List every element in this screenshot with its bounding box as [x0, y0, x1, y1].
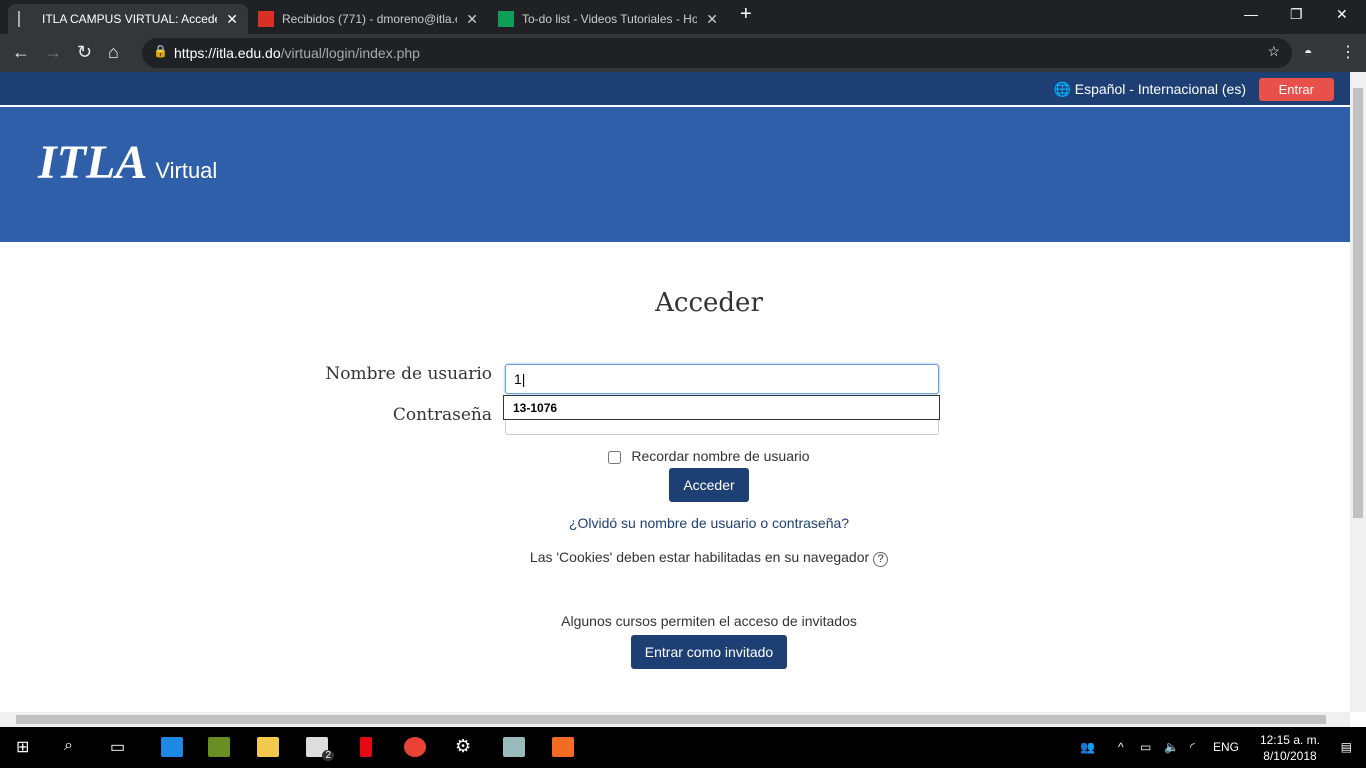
autocomplete-suggestion[interactable]: 13-1076: [503, 395, 940, 420]
chrome-icon[interactable]: [404, 737, 426, 757]
username-input[interactable]: 1|: [505, 364, 939, 394]
chevron-up-icon[interactable]: ^: [1118, 740, 1124, 754]
people-icon[interactable]: 👥: [1080, 740, 1095, 754]
forgot-link[interactable]: ¿Olvidó su nombre de usuario o contraseñ…: [0, 515, 1366, 531]
site-header: ITLA Virtual: [0, 107, 1350, 242]
edge-icon[interactable]: [161, 737, 183, 757]
guest-button[interactable]: Entrar como invitado: [630, 635, 788, 669]
login-panel: Acceder Nombre de usuario 1| Contraseña …: [0, 242, 1350, 712]
file-explorer-icon[interactable]: [257, 737, 279, 757]
app-icon-orange[interactable]: [552, 737, 574, 757]
new-tab-button[interactable]: +: [740, 3, 752, 26]
windows-taskbar: ⊞ ⌕ ▭ 2 ⚙ 👥 ^ ▭ 🔈 ◜ ENG 12:15 a. m. 8/10/…: [0, 727, 1366, 768]
notifications-icon[interactable]: ▤: [1341, 740, 1352, 754]
minimize-button[interactable]: —: [1244, 6, 1258, 22]
clock[interactable]: 12:15 a. m. 8/10/2018: [1260, 732, 1320, 764]
mail-icon[interactable]: 2: [306, 737, 334, 761]
close-window-button[interactable]: ✕: [1336, 6, 1348, 23]
settings-icon[interactable]: ⚙: [455, 736, 471, 757]
tab-gmail[interactable]: Recibidos (771) - dmoreno@itla.edu.do ✕: [248, 4, 488, 34]
tab-sheets[interactable]: To-do list - Videos Tutoriales - Hoja ✕: [488, 4, 728, 34]
restore-button[interactable]: ❐: [1290, 6, 1303, 23]
incognito-icon[interactable]: ◓: [1304, 44, 1312, 60]
sheets-icon: [498, 11, 514, 27]
site-top-nav: 🌐 Español - Internacional (es) Entrar: [0, 72, 1350, 106]
entrar-button[interactable]: Entrar: [1258, 78, 1334, 101]
forward-icon[interactable]: →: [44, 42, 62, 63]
vertical-scrollbar[interactable]: [1350, 72, 1366, 712]
volume-icon[interactable]: 🔈: [1164, 740, 1179, 754]
tab-itla[interactable]: ITLA CAMPUS VIRTUAL: Acceder ✕: [8, 4, 248, 34]
close-tab-icon[interactable]: ✕: [226, 11, 238, 28]
url-input[interactable]: 🔒 https://itla.edu.do/virtual/login/inde…: [142, 38, 1292, 68]
browser-tab-bar: ITLA CAMPUS VIRTUAL: Acceder ✕ Recibidos…: [0, 0, 1366, 34]
itla-favicon-icon: [18, 11, 34, 27]
reload-icon[interactable]: ↻: [77, 42, 92, 63]
page-title: Acceder: [655, 288, 763, 318]
task-view-icon[interactable]: ▭: [110, 737, 125, 757]
guest-note: Algunos cursos permiten el acceso de inv…: [561, 613, 857, 629]
horizontal-scrollbar[interactable]: [0, 712, 1350, 727]
username-label: Nombre de usuario: [325, 364, 492, 384]
help-icon[interactable]: ?: [873, 552, 889, 567]
netflix-icon[interactable]: [360, 737, 372, 757]
language-indicator[interactable]: ENG: [1213, 740, 1239, 754]
notepad-icon[interactable]: [208, 737, 230, 757]
lock-icon: 🔒: [153, 44, 168, 58]
home-icon[interactable]: ⌂: [108, 42, 119, 63]
wifi-icon[interactable]: ◜: [1190, 740, 1195, 754]
language-selector[interactable]: 🌐 Español - Internacional (es): [1053, 81, 1246, 98]
gmail-icon: [258, 11, 274, 27]
itla-logo[interactable]: ITLA Virtual: [38, 135, 217, 190]
close-tab-icon[interactable]: ✕: [466, 11, 478, 28]
globe-icon: 🌐: [1053, 81, 1071, 97]
bookmark-star-icon[interactable]: ☆: [1267, 43, 1280, 60]
cookies-note: Las 'Cookies' deben estar habilitadas en…: [0, 549, 1366, 567]
remember-row: Recordar nombre de usuario: [0, 448, 1366, 464]
app-icon[interactable]: [503, 737, 525, 757]
back-icon[interactable]: ←: [12, 42, 30, 63]
menu-icon[interactable]: ⋮: [1340, 42, 1356, 62]
close-tab-icon[interactable]: ✕: [706, 11, 718, 28]
remember-checkbox[interactable]: [608, 450, 622, 464]
password-label: Contraseña: [392, 405, 492, 425]
acceder-button[interactable]: Acceder: [669, 468, 749, 502]
search-icon[interactable]: ⌕: [64, 737, 73, 755]
address-bar-row: ← → ↻ ⌂ 🔒 https://itla.edu.do/virtual/lo…: [0, 34, 1366, 72]
windows-start-icon[interactable]: ⊞: [16, 737, 29, 757]
battery-icon[interactable]: ▭: [1140, 740, 1151, 754]
